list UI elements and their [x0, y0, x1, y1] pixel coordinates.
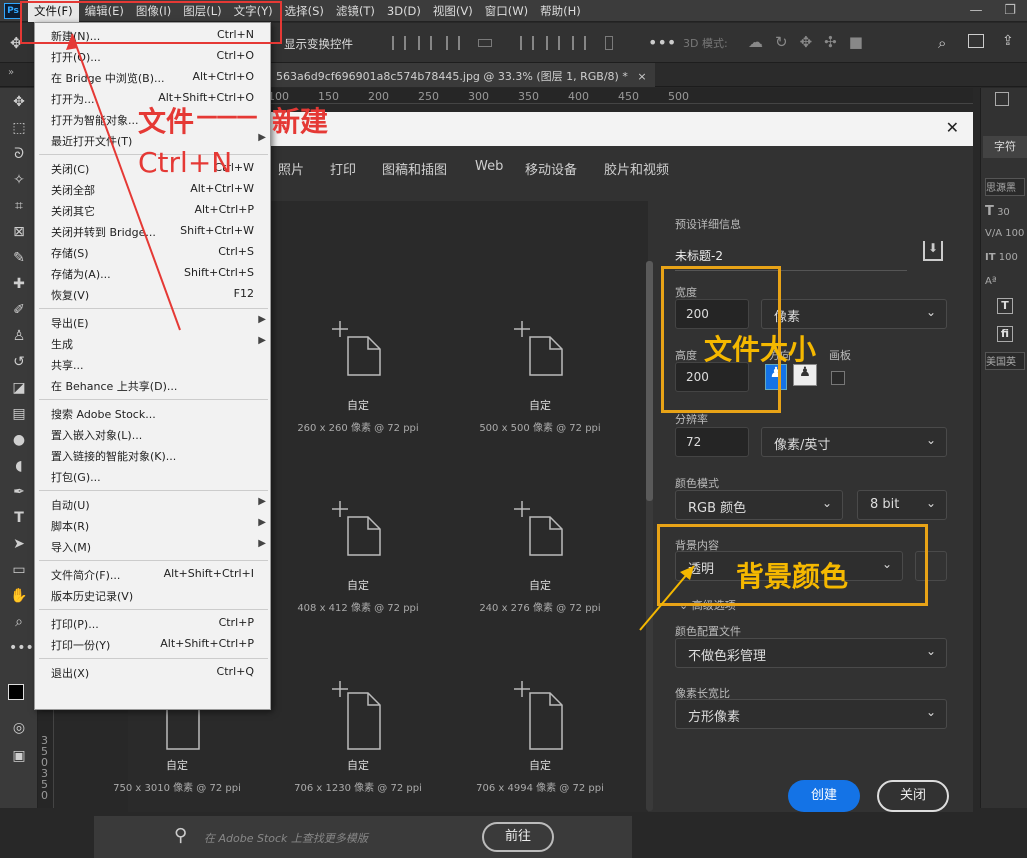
annotation-arrows	[66, 33, 695, 631]
yellow-arrow-head	[680, 566, 694, 580]
stock-search-bar: ⚲ 在 Adobe Stock 上查找更多模版 前往	[94, 816, 632, 858]
red-arrow-line	[71, 33, 181, 331]
stock-search-input[interactable]: 在 Adobe Stock 上查找更多模版	[204, 830, 368, 846]
search-icon: ⚲	[174, 825, 188, 846]
red-arrow-head	[66, 34, 78, 50]
stock-go-button[interactable]: 前往	[482, 822, 554, 852]
